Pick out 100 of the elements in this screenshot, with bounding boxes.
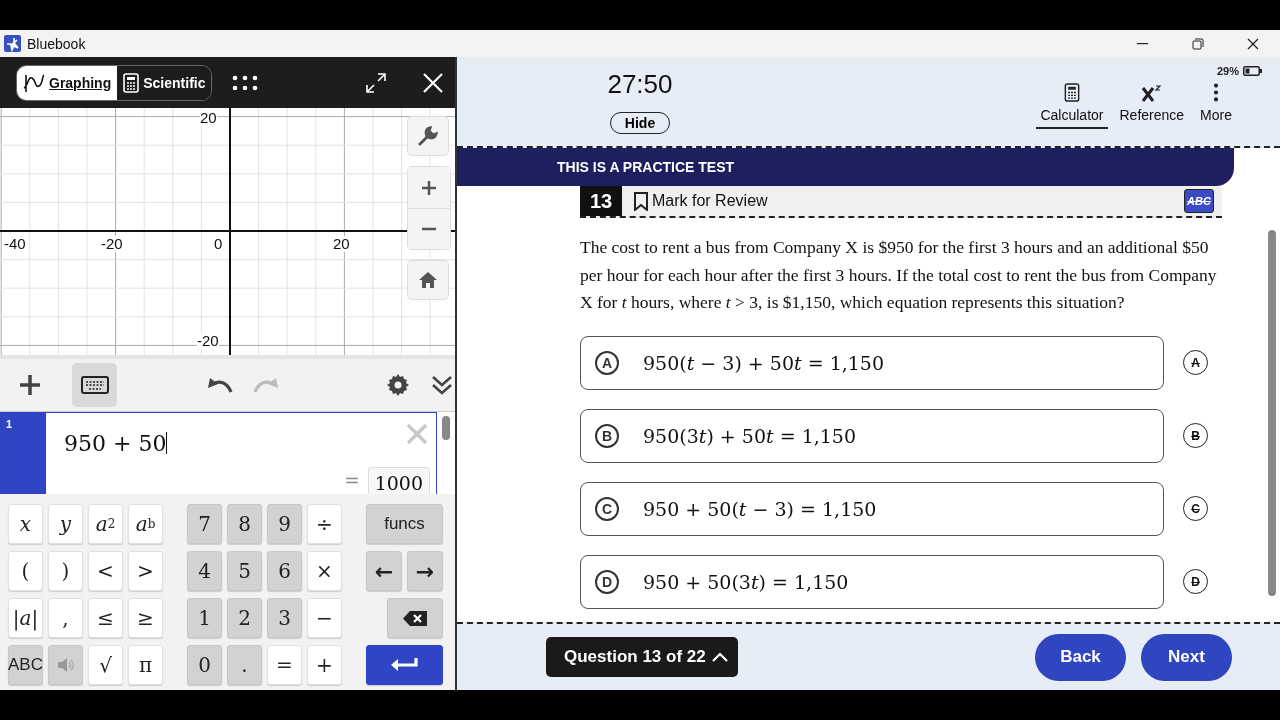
close-icon[interactable] [1246, 37, 1259, 50]
keypad-key[interactable]: 7 [187, 504, 222, 544]
keypad-key[interactable]: ) [48, 551, 83, 591]
question-text: The cost to rent a bus from Company X is $950 for the first 3 hours and an additional $50 per hour for each hour after the first 3 hours. If the total cost to rent the bus from Company X for t hours, where t > 3, is $1,150, which equation represents this situation? [580, 236, 1218, 314]
axis-label: 20 [200, 110, 217, 126]
enter-key[interactable] [366, 645, 443, 685]
expression-index: 1 [0, 412, 46, 494]
answer-choice[interactable]: C 950 + 50(t − 3) = 1,150 [580, 481, 1164, 536]
keypad-key[interactable]: 6 [267, 551, 302, 591]
keypad-key[interactable]: ÷ [307, 504, 342, 544]
toolbar-tool[interactable]: Calculator [1036, 83, 1108, 129]
keypad-key[interactable]: 0 [187, 645, 222, 685]
question-navigator-button[interactable]: Question 13 of 22 [546, 637, 738, 677]
calculator-icon [1064, 83, 1080, 102]
home-button[interactable] [407, 260, 449, 300]
battery-percent: 29% [1216, 65, 1239, 77]
choice-letter: B [595, 423, 619, 448]
keypad-key[interactable]: x [8, 504, 43, 544]
axis-label: -20 [197, 333, 219, 349]
expand-icon[interactable] [366, 72, 387, 93]
keypad-key[interactable]: a$^{2}$ [88, 504, 123, 544]
backspace-key[interactable] [387, 598, 443, 638]
window-title: Bluebook [27, 35, 86, 52]
undo-icon[interactable] [207, 376, 233, 394]
keypad-key[interactable]: + [307, 645, 342, 685]
minus-icon [421, 227, 437, 231]
keypad-key[interactable]: |a| [8, 598, 43, 638]
cross-out-button[interactable]: A [1183, 350, 1208, 375]
keypad-key[interactable]: × [307, 551, 342, 591]
funcs-key[interactable]: funcs [366, 504, 443, 544]
graph-wave-icon [23, 72, 45, 93]
keypad-key[interactable]: 5 [227, 551, 262, 591]
next-button[interactable]: Next [1141, 633, 1232, 681]
result-value: 1000 [367, 467, 430, 494]
apps-grid-icon[interactable] [232, 74, 259, 91]
keypad-key[interactable]: < [88, 551, 123, 591]
add-icon[interactable] [19, 374, 41, 396]
choice-text: 950 + 50(3t) = 1,150 [643, 570, 849, 593]
keypad-key[interactable]: − [307, 598, 342, 638]
keypad-key[interactable]: ≥ [128, 598, 163, 638]
keypad-key[interactable]: > [128, 551, 163, 591]
keypad-key[interactable]: 9 [267, 504, 302, 544]
toolbar-tool[interactable]: Reference [1115, 83, 1189, 129]
arrow-key[interactable]: → [407, 551, 443, 591]
cross-out-button[interactable]: D [1183, 569, 1208, 594]
collapse-icon[interactable] [431, 375, 453, 395]
toolbar-tool[interactable]: More [1196, 83, 1236, 129]
calculator-tab[interactable]: Graphing [17, 65, 118, 100]
keypad-key[interactable]: = [267, 645, 302, 685]
question-number: 13 [580, 186, 622, 216]
speaker-icon [56, 658, 75, 672]
graph-settings-button[interactable] [407, 116, 449, 156]
keypad-key[interactable]: ( [8, 551, 43, 591]
keyboard-button[interactable] [72, 363, 117, 407]
scrollbar-thumb[interactable] [1268, 230, 1276, 596]
keypad-key[interactable]: a$^{b}$ [128, 504, 163, 544]
cross-out-button[interactable]: C [1183, 496, 1208, 521]
mark-for-review-button[interactable]: Mark for Review [628, 190, 774, 212]
choice-text: 950(3t) + 50t = 1,150 [643, 424, 857, 447]
keypad-key[interactable]: . [227, 645, 262, 685]
plus-icon [421, 179, 437, 196]
timer: 27:50 [607, 69, 673, 99]
keypad-key[interactable]: √ [88, 645, 123, 685]
answer-choice[interactable]: D 950 + 50(3t) = 1,150 [580, 554, 1164, 609]
keypad-key[interactable]: ≤ [88, 598, 123, 638]
wrench-icon [418, 126, 438, 146]
choice-letter: A [595, 350, 619, 375]
choice-letter: D [595, 569, 619, 594]
keypad-key[interactable]: 8 [227, 504, 262, 544]
choice-letter: C [595, 496, 619, 521]
keypad-key[interactable]: π [128, 645, 163, 685]
expression-input[interactable]: 950 + 50 [64, 431, 168, 456]
axis-label: -20 [101, 236, 123, 252]
keypad-key[interactable]: ABC [8, 645, 43, 685]
keypad-key[interactable]: 1 [187, 598, 222, 638]
axis-label: 20 [333, 236, 350, 252]
practice-banner: THIS IS A PRACTICE TEST [457, 148, 1234, 186]
axis-label: -40 [4, 236, 26, 252]
keypad-key[interactable]: , [48, 598, 83, 638]
restore-icon[interactable] [1191, 37, 1204, 50]
formula-icon [1140, 84, 1163, 102]
answer-choice[interactable]: A 950(t − 3) + 50t = 1,150 [580, 335, 1164, 390]
cross-out-button[interactable]: B [1183, 423, 1208, 448]
keypad-key[interactable]: y [48, 504, 83, 544]
more-icon [1213, 83, 1220, 102]
app-logo-icon [4, 35, 21, 52]
settings-icon[interactable] [387, 374, 409, 396]
chevron-up-icon [711, 652, 728, 662]
answer-choice[interactable]: B 950(3t) + 50t = 1,150 [580, 408, 1164, 463]
equals-sign: = [344, 470, 360, 491]
backspace-icon [403, 610, 427, 626]
keypad-key[interactable]: 3 [267, 598, 302, 638]
minimize-icon[interactable] [1137, 42, 1148, 45]
scrollbar-thumb[interactable] [442, 416, 450, 440]
keypad-key[interactable]: 2 [227, 598, 262, 638]
zoom-in-button[interactable] [408, 167, 450, 208]
keypad-key[interactable]: 4 [187, 551, 222, 591]
back-button[interactable]: Back [1035, 633, 1126, 681]
arrow-key[interactable]: ← [366, 551, 402, 591]
answer-eliminator-button[interactable]: ABC [1184, 189, 1214, 213]
